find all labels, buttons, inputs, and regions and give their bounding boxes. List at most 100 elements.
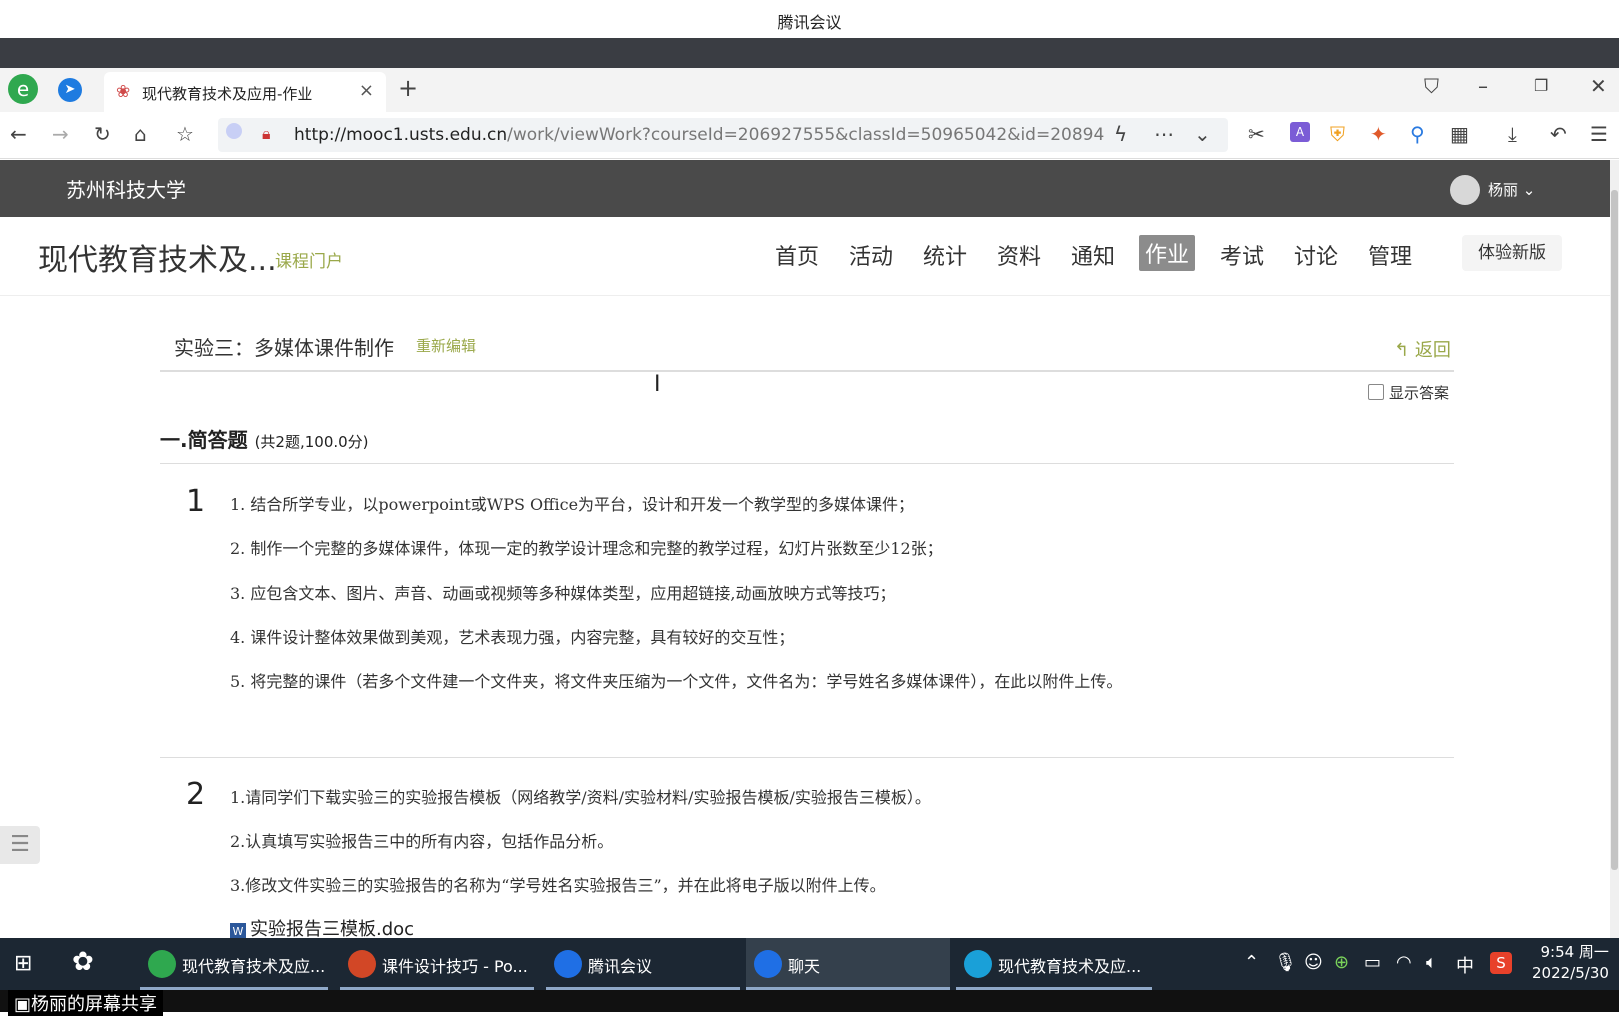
lightning-icon[interactable]: ϟ <box>1114 122 1127 146</box>
minimize-icon[interactable]: – <box>1478 74 1488 98</box>
volume-icon[interactable]: 🔈︎ <box>1426 952 1437 973</box>
scrollbar-thumb[interactable] <box>1611 190 1618 870</box>
tray-chevron-up-icon[interactable]: ⌃ <box>1244 952 1259 973</box>
taskbar-app-label: 现代教育技术及应... <box>998 957 1142 976</box>
nav-resources[interactable]: 资料 <box>997 239 1041 271</box>
taskbar-app-meeting[interactable]: 腾讯会议 <box>546 938 740 990</box>
attachment-name: 实验报告三模板.doc <box>250 919 415 940</box>
forward-icon[interactable]: → <box>52 122 69 146</box>
qq-icon[interactable]: ☺ <box>1304 952 1323 973</box>
page-scrollbar[interactable] <box>1610 160 1619 938</box>
question-line: 1.请同学们下载实验三的实验报告模板（网络教学/资料/实验材料/实验报告模板/实… <box>230 788 931 807</box>
browser-app-icon <box>148 950 176 978</box>
tab-title: 现代教育技术及应用-作业 <box>142 85 313 103</box>
game-icon[interactable]: ✦ <box>1370 122 1387 146</box>
new-tab-button[interactable]: + <box>398 76 418 100</box>
user-menu[interactable]: 杨丽 ⌄ <box>1488 179 1535 200</box>
plus-circle-icon[interactable]: ⊕ <box>1334 952 1349 973</box>
user-name: 杨丽 <box>1488 181 1519 199</box>
more-icon[interactable]: ⋯ <box>1154 122 1174 146</box>
tab-close-icon[interactable]: × <box>359 80 374 101</box>
insecure-lock-icon[interactable]: 🔒︎ <box>262 122 271 146</box>
course-portal-link[interactable]: 课程门户 <box>275 247 343 272</box>
meeting-toolbar-band <box>0 38 1619 68</box>
nav-activity[interactable]: 活动 <box>849 239 893 271</box>
browser-logo-icon[interactable]: e <box>8 74 38 104</box>
browser-tab-bar: e ➤ ❀ 现代教育技术及应用-作业 × + ⛉ – ❐ ✕ <box>0 68 1619 112</box>
taskbar-app-label: 聊天 <box>788 957 821 976</box>
sogou-input-icon[interactable]: S <box>1490 952 1512 974</box>
outline-toggle-button[interactable]: ☰ <box>0 826 40 864</box>
chevron-down-icon[interactable]: ⌄ <box>1194 122 1211 146</box>
windows-taskbar: ⊞ ✿ 现代教育技术及应... 课件设计技巧 - Po... 腾讯会议 聊天 现… <box>0 938 1619 990</box>
question-line: 5. 将完整的课件（若多个文件建一个文件夹，将文件夹压缩为一个文件，文件名为：学… <box>230 672 1123 691</box>
nav-notices[interactable]: 通知 <box>1071 239 1115 271</box>
home-icon[interactable]: ⌂ <box>134 122 147 146</box>
show-answer-toggle[interactable]: 显示答案 <box>1368 382 1449 403</box>
wifi-icon[interactable]: ◠ <box>1396 952 1412 973</box>
menu-icon[interactable]: ☰ <box>1590 122 1608 146</box>
meeting-title: 腾讯会议 <box>777 13 842 32</box>
site-header: 苏州科技大学 杨丽 ⌄ <box>0 160 1610 217</box>
clock-time: 9:54 周一 <box>1540 943 1609 961</box>
show-answer-checkbox[interactable] <box>1368 384 1384 400</box>
browser-address-bar: ← → ↻ ⌂ ☆ 🔒︎ http://mooc1.usts.edu.cn/wo… <box>0 112 1619 159</box>
url-text: http://mooc1.usts.edu.cn/work/viewWork?c… <box>294 125 1104 145</box>
question-line: 4. 课件设计整体效果做到美观，艺术表现力强，内容完整，具有较好的交互性； <box>230 628 795 647</box>
meeting-title-bar: 腾讯会议 <box>0 0 1619 39</box>
url-host: http://mooc1.usts.edu.cn <box>294 125 508 145</box>
nav-homework[interactable]: 作业 <box>1139 235 1196 271</box>
battery-icon[interactable]: ▭ <box>1364 952 1381 973</box>
shield-icon[interactable]: ⛨ <box>1330 122 1345 146</box>
section-title: 一.简答题 (共2题,100.0分) <box>160 424 369 453</box>
nav-stats[interactable]: 统计 <box>923 239 967 271</box>
title-divider <box>160 370 1454 372</box>
close-window-icon[interactable]: ✕ <box>1590 74 1607 98</box>
tab-homework[interactable]: ❀ 现代教育技术及应用-作业 × <box>104 72 386 112</box>
new-version-button[interactable]: 体验新版 <box>1462 235 1562 271</box>
question-line: 3. 应包含文本、图片、声音、动画或视频等多种媒体类型，应用超链接,动画放映方式… <box>230 584 896 603</box>
compass-icon[interactable]: ➤ <box>58 78 82 102</box>
translate-icon[interactable]: A <box>1290 122 1310 142</box>
app-launcher-icon[interactable]: ✿ <box>72 949 94 975</box>
shirt-icon[interactable]: ⛉ <box>1424 74 1439 98</box>
clock-date: 2022/5/30 <box>1532 964 1609 982</box>
lightbulb-icon <box>964 950 992 978</box>
microphone-icon[interactable]: 🎙︎ <box>1274 952 1297 973</box>
taskbar-app-browser-2[interactable]: 现代教育技术及应... <box>956 938 1152 990</box>
undo-icon[interactable]: ↶ <box>1550 122 1567 146</box>
apps-grid-icon[interactable]: ▦ <box>1450 122 1469 146</box>
search-icon[interactable]: ⚲ <box>1410 122 1425 146</box>
avatar[interactable] <box>1450 175 1480 205</box>
url-field[interactable]: 🔒︎ http://mooc1.usts.edu.cn/work/viewWor… <box>218 118 1228 152</box>
question-line: 1. 结合所学专业，以powerpoint或WPS Office为平台，设计和开… <box>230 495 915 514</box>
question-divider <box>160 757 1454 758</box>
download-icon[interactable]: ⤓ <box>1508 122 1517 146</box>
reload-icon[interactable]: ↻ <box>94 122 111 146</box>
taskbar-app-powerpoint[interactable]: 课件设计技巧 - Po... <box>340 938 534 990</box>
question-number: 1 <box>186 484 206 519</box>
nav-manage[interactable]: 管理 <box>1368 239 1412 271</box>
windows-start-icon[interactable]: ⊞ <box>14 952 32 976</box>
taskbar-app-chat[interactable]: 聊天 <box>746 938 950 990</box>
course-title[interactable]: 现代教育技术及... <box>38 235 277 279</box>
favorites-icon[interactable]: ☆ <box>176 122 194 146</box>
url-path: /work/viewWork?courseId=206927555&classI… <box>507 125 1105 145</box>
site-identity-icon <box>226 123 242 139</box>
taskbar-app-browser[interactable]: 现代教育技术及应... <box>140 938 328 990</box>
back-icon[interactable]: ← <box>10 122 27 146</box>
taskbar-app-label: 腾讯会议 <box>588 957 653 976</box>
course-bar: 现代教育技术及... 课程门户 首页 活动 统计 资料 通知 作业 考试 讨论 … <box>0 217 1610 296</box>
question-line: 2.认真填写实验报告三中的所有内容，包括作品分析。 <box>230 832 614 851</box>
restore-icon[interactable]: ❐ <box>1534 74 1548 98</box>
nav-exam[interactable]: 考试 <box>1220 239 1264 271</box>
chevron-down-icon: ⌄ <box>1522 181 1536 199</box>
back-link[interactable]: ↰ 返回 <box>1394 336 1451 362</box>
scissors-icon[interactable]: ✂ <box>1248 122 1265 146</box>
re-edit-link[interactable]: 重新编辑 <box>416 335 476 356</box>
ime-indicator[interactable]: 中 <box>1456 952 1474 978</box>
nav-home[interactable]: 首页 <box>775 239 819 271</box>
nav-discussion[interactable]: 讨论 <box>1294 239 1338 271</box>
taskbar-clock[interactable]: 9:54 周一 2022/5/30 <box>1532 942 1609 984</box>
question-line: 2. 制作一个完整的多媒体课件，体现一定的教学设计理念和完整的教学过程，幻灯片张… <box>230 539 943 558</box>
